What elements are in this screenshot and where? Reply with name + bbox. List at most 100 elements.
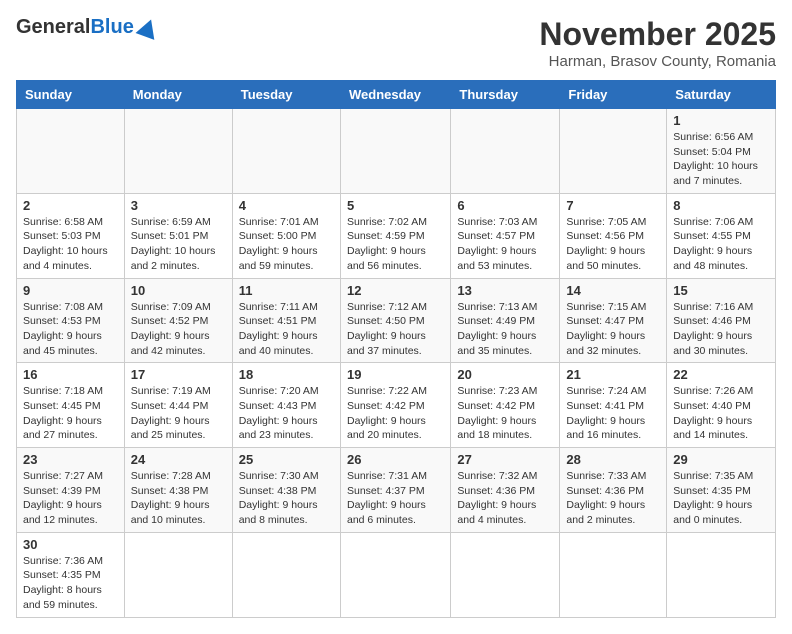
- calendar-cell: 30Sunrise: 7:36 AM Sunset: 4:35 PM Dayli…: [17, 532, 125, 617]
- day-info: Sunrise: 7:11 AM Sunset: 4:51 PM Dayligh…: [239, 300, 334, 359]
- day-number: 1: [673, 113, 769, 128]
- day-number: 14: [566, 283, 660, 298]
- calendar-week-row: 16 Sunrise: 7:18 AM Sunset: 4:45 PM Dayli…: [17, 363, 776, 448]
- day-info: Sunrise: 6:58 AM Sunset: 5:03 PM Dayligh…: [23, 215, 118, 274]
- day-info: Sunrise: 6:59 AM Sunset: 5:01 PM Dayligh…: [131, 215, 226, 274]
- calendar-day-header: Thursday: [451, 81, 560, 109]
- calendar-cell: [451, 109, 560, 194]
- day-info: Sunrise: 7:09 AM Sunset: 4:52 PM Dayligh…: [131, 300, 226, 359]
- day-info: Sunrise: 7:12 AM Sunset: 4:50 PM Dayligh…: [347, 300, 444, 359]
- day-info: Sunrise: 7:20 AM Sunset: 4:43 PM Dayligh…: [239, 384, 334, 443]
- calendar-cell: 11 Sunrise: 7:11 AM Sunset: 4:51 PM Dayli…: [232, 278, 340, 363]
- title-area: November 2025 Harman, Brasov County, Rom…: [539, 16, 776, 70]
- day-info: Sunrise: 7:30 AM Sunset: 4:38 PM Dayligh…: [239, 469, 334, 528]
- calendar-cell: 5 Sunrise: 7:02 AM Sunset: 4:59 PM Daylig…: [340, 193, 450, 278]
- day-number: 23: [23, 452, 118, 467]
- day-info: Sunrise: 7:02 AM Sunset: 4:59 PM Dayligh…: [347, 215, 444, 274]
- calendar-cell: [667, 532, 776, 617]
- calendar-cell: [560, 532, 667, 617]
- logo-blue-text: Blue: [90, 16, 133, 39]
- day-info: Sunrise: 7:15 AM Sunset: 4:47 PM Dayligh…: [566, 300, 660, 359]
- calendar-cell: [560, 109, 667, 194]
- day-info: Sunrise: 7:28 AM Sunset: 4:38 PM Dayligh…: [131, 469, 226, 528]
- calendar-day-header: Saturday: [667, 81, 776, 109]
- calendar-week-row: 30Sunrise: 7:36 AM Sunset: 4:35 PM Dayli…: [17, 532, 776, 617]
- calendar-cell: 14 Sunrise: 7:15 AM Sunset: 4:47 PM Dayli…: [560, 278, 667, 363]
- calendar-cell: 23Sunrise: 7:27 AM Sunset: 4:39 PM Dayli…: [17, 448, 125, 533]
- logo-triangle-icon: [135, 16, 160, 40]
- day-number: 21: [566, 367, 660, 382]
- calendar-cell: 22Sunrise: 7:26 AM Sunset: 4:40 PM Dayli…: [667, 363, 776, 448]
- day-info: Sunrise: 7:35 AM Sunset: 4:35 PM Dayligh…: [673, 469, 769, 528]
- day-number: 29: [673, 452, 769, 467]
- calendar-cell: [340, 532, 450, 617]
- calendar-cell: 27 Sunrise: 7:32 AM Sunset: 4:36 PM Dayli…: [451, 448, 560, 533]
- calendar-cell: 2Sunrise: 6:58 AM Sunset: 5:03 PM Daylig…: [17, 193, 125, 278]
- calendar-day-header: Tuesday: [232, 81, 340, 109]
- day-info: Sunrise: 7:18 AM Sunset: 4:45 PM Dayligh…: [23, 384, 118, 443]
- calendar-cell: [451, 532, 560, 617]
- calendar-cell: [17, 109, 125, 194]
- calendar-day-header: Sunday: [17, 81, 125, 109]
- calendar-cell: 19Sunrise: 7:22 AM Sunset: 4:42 PM Dayli…: [340, 363, 450, 448]
- calendar-cell: 25 Sunrise: 7:30 AM Sunset: 4:38 PM Dayli…: [232, 448, 340, 533]
- calendar-cell: 17Sunrise: 7:19 AM Sunset: 4:44 PM Dayli…: [124, 363, 232, 448]
- day-number: 17: [131, 367, 226, 382]
- logo: General Blue: [16, 16, 158, 39]
- day-number: 8: [673, 198, 769, 213]
- day-number: 12: [347, 283, 444, 298]
- day-number: 3: [131, 198, 226, 213]
- calendar-cell: 10 Sunrise: 7:09 AM Sunset: 4:52 PM Dayli…: [124, 278, 232, 363]
- day-number: 9: [23, 283, 118, 298]
- day-number: 20: [457, 367, 553, 382]
- day-number: 10: [131, 283, 226, 298]
- day-number: 18: [239, 367, 334, 382]
- calendar-cell: [232, 532, 340, 617]
- calendar-cell: 13Sunrise: 7:13 AM Sunset: 4:49 PM Dayli…: [451, 278, 560, 363]
- calendar-cell: 16 Sunrise: 7:18 AM Sunset: 4:45 PM Dayli…: [17, 363, 125, 448]
- calendar-day-header: Wednesday: [340, 81, 450, 109]
- calendar-cell: 20 Sunrise: 7:23 AM Sunset: 4:42 PM Dayli…: [451, 363, 560, 448]
- calendar-table: SundayMondayTuesdayWednesdayThursdayFrid…: [16, 80, 776, 618]
- day-number: 15: [673, 283, 769, 298]
- calendar-week-row: 23Sunrise: 7:27 AM Sunset: 4:39 PM Dayli…: [17, 448, 776, 533]
- month-title: November 2025: [539, 16, 776, 53]
- calendar-cell: 3 Sunrise: 6:59 AM Sunset: 5:01 PM Daylig…: [124, 193, 232, 278]
- day-number: 22: [673, 367, 769, 382]
- calendar-cell: 15Sunrise: 7:16 AM Sunset: 4:46 PM Dayli…: [667, 278, 776, 363]
- calendar-cell: 18 Sunrise: 7:20 AM Sunset: 4:43 PM Dayli…: [232, 363, 340, 448]
- calendar-cell: 21Sunrise: 7:24 AM Sunset: 4:41 PM Dayli…: [560, 363, 667, 448]
- day-number: 5: [347, 198, 444, 213]
- day-number: 27: [457, 452, 553, 467]
- day-number: 28: [566, 452, 660, 467]
- calendar-cell: 6Sunrise: 7:03 AM Sunset: 4:57 PM Daylig…: [451, 193, 560, 278]
- day-info: Sunrise: 7:33 AM Sunset: 4:36 PM Dayligh…: [566, 469, 660, 528]
- day-info: Sunrise: 7:03 AM Sunset: 4:57 PM Dayligh…: [457, 215, 553, 274]
- calendar-day-header: Friday: [560, 81, 667, 109]
- calendar-cell: 29 Sunrise: 7:35 AM Sunset: 4:35 PM Dayli…: [667, 448, 776, 533]
- day-number: 26: [347, 452, 444, 467]
- calendar-cell: 4 Sunrise: 7:01 AM Sunset: 5:00 PM Daylig…: [232, 193, 340, 278]
- day-info: Sunrise: 7:05 AM Sunset: 4:56 PM Dayligh…: [566, 215, 660, 274]
- day-info: Sunrise: 7:22 AM Sunset: 4:42 PM Dayligh…: [347, 384, 444, 443]
- calendar-cell: 1Sunrise: 6:56 AM Sunset: 5:04 PM Daylig…: [667, 109, 776, 194]
- day-info: Sunrise: 7:23 AM Sunset: 4:42 PM Dayligh…: [457, 384, 553, 443]
- day-info: Sunrise: 7:06 AM Sunset: 4:55 PM Dayligh…: [673, 215, 769, 274]
- day-number: 16: [23, 367, 118, 382]
- calendar-week-row: 1Sunrise: 6:56 AM Sunset: 5:04 PM Daylig…: [17, 109, 776, 194]
- calendar-header-row: SundayMondayTuesdayWednesdayThursdayFrid…: [17, 81, 776, 109]
- calendar-cell: [340, 109, 450, 194]
- day-info: Sunrise: 7:01 AM Sunset: 5:00 PM Dayligh…: [239, 215, 334, 274]
- day-info: Sunrise: 7:32 AM Sunset: 4:36 PM Dayligh…: [457, 469, 553, 528]
- day-number: 11: [239, 283, 334, 298]
- calendar-cell: 7Sunrise: 7:05 AM Sunset: 4:56 PM Daylig…: [560, 193, 667, 278]
- calendar-cell: 8 Sunrise: 7:06 AM Sunset: 4:55 PM Daylig…: [667, 193, 776, 278]
- day-info: Sunrise: 7:13 AM Sunset: 4:49 PM Dayligh…: [457, 300, 553, 359]
- day-number: 30: [23, 537, 118, 552]
- day-number: 4: [239, 198, 334, 213]
- location-subtitle: Harman, Brasov County, Romania: [539, 53, 776, 70]
- calendar-cell: 9Sunrise: 7:08 AM Sunset: 4:53 PM Daylig…: [17, 278, 125, 363]
- day-number: 25: [239, 452, 334, 467]
- calendar-cell: [124, 532, 232, 617]
- logo-general-text: General: [16, 16, 90, 39]
